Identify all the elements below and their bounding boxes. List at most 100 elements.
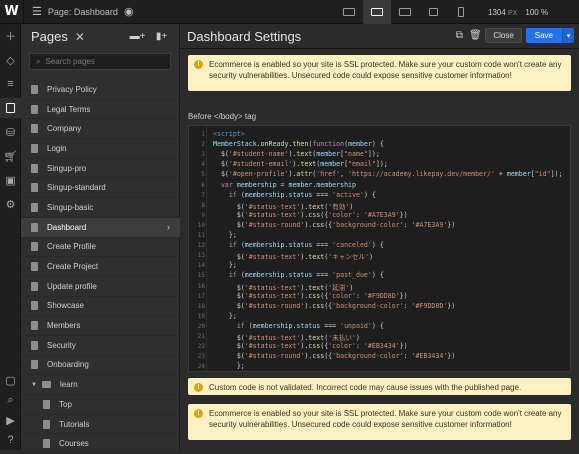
line-number: 13 (197, 252, 205, 260)
page-item[interactable]: Create Project (21, 257, 180, 277)
custom-code-editor[interactable]: 1 <script> 2 MemberStack.onReady.then(funct… (188, 125, 571, 372)
code-line[interactable]: }; (213, 362, 245, 370)
assets-icon[interactable]: ▣ (0, 170, 21, 190)
cms-icon[interactable]: ⛁ (0, 122, 21, 142)
page-item[interactable]: Tutorials (21, 415, 180, 435)
code-line[interactable]: $('#status-round').css({'background-colo… (213, 352, 455, 360)
page-item[interactable]: Singup-pro (21, 159, 180, 179)
page-item[interactable]: Singup-basic (21, 198, 180, 218)
page-item-label: Update profile (47, 281, 97, 291)
page-selector[interactable]: ☰ Page: Dashboard ◉ (24, 5, 142, 18)
line-number: 22 (197, 343, 205, 351)
breakpoint-desktop-large[interactable] (335, 0, 363, 24)
line-number: 12 (197, 242, 205, 250)
symbols-icon[interactable]: ◇ (0, 50, 21, 70)
code-line[interactable]: <script> (213, 130, 245, 138)
line-number: 21 (197, 333, 205, 340)
navigator-icon[interactable]: ≡ (0, 74, 21, 94)
code-line[interactable]: $('#status-text').text('未払い') (213, 332, 360, 342)
audit-icon[interactable]: ▢ (0, 370, 21, 390)
code-line[interactable]: $('#status-text').text('延滞') (213, 282, 353, 292)
add-panel-icon[interactable]: ＋ (0, 26, 21, 46)
page-item[interactable]: Showcase (21, 297, 180, 317)
code-line[interactable]: }; (213, 312, 237, 320)
code-line[interactable]: $('#status-text').css({'color': '#A7E3A9… (213, 211, 408, 219)
code-line[interactable]: }; (213, 231, 237, 239)
ssl-warning-text-2: Ecommerce is enabled so your site is SSL… (209, 409, 562, 429)
code-line[interactable]: if (membership.status === 'past_due') { (213, 271, 384, 279)
page-item[interactable]: Security (21, 336, 180, 356)
settings-gear-icon[interactable]: ⚙ (0, 194, 21, 214)
page-item[interactable]: Company (21, 119, 180, 140)
monitor-icon (343, 8, 355, 16)
breakpoint-laptop[interactable] (391, 0, 419, 24)
page-item[interactable]: Singup-standard (21, 178, 180, 199)
code-line[interactable]: $('#status-text').css({'color': '#EB3434… (213, 342, 408, 350)
search-icon[interactable]: ⌕ (0, 390, 21, 410)
laptop-icon (399, 8, 411, 16)
duplicate-page-icon[interactable]: ⧉ (453, 29, 465, 43)
page-item[interactable]: Onboarding (21, 356, 180, 376)
page-item[interactable]: Members (21, 316, 180, 336)
webflow-logo[interactable]: W (0, 0, 24, 24)
folder-plus-icon: ▬+ (129, 30, 146, 42)
code-line[interactable]: $('#status-text').text('有効') (213, 201, 353, 211)
expand-triangle-icon[interactable]: ▼ (31, 382, 37, 388)
page-item[interactable]: Login (21, 139, 180, 159)
page-item-label: Security (47, 340, 76, 350)
breakpoint-tablet[interactable] (419, 0, 447, 24)
settings-actions: ⧉ 🗑︎ Close Save ▾ (453, 28, 574, 43)
preview-eye-icon[interactable]: ◉ (124, 5, 134, 18)
page-item-label: Company (47, 124, 82, 134)
code-line[interactable]: $('#open-profile').attr('href', 'https:/… (213, 170, 563, 178)
breakpoint-desktop-base[interactable] (363, 0, 391, 24)
code-line[interactable]: $('#student-email').text(member["email"]… (213, 160, 388, 168)
save-button[interactable]: Save (525, 28, 562, 43)
code-line[interactable]: $('#status-round').css({'background-colo… (213, 221, 455, 229)
page-icon (31, 340, 38, 350)
add-page-button[interactable]: ▮+ (153, 29, 170, 43)
code-line[interactable]: MemberStack.onReady.then(function(member… (213, 140, 384, 148)
add-folder-button[interactable]: ▬+ (129, 29, 146, 43)
page-item-label: Showcase (47, 301, 84, 311)
delete-page-icon[interactable]: 🗑︎ (469, 29, 482, 43)
code-line[interactable]: if (membership.status === 'unpaid') { (213, 322, 384, 330)
page-icon (31, 202, 38, 212)
page-item[interactable]: Privacy Policy (21, 80, 180, 100)
code-line[interactable]: if (membership.status === 'canceled') { (213, 241, 384, 249)
page-item[interactable]: Legal Terms (21, 100, 180, 120)
code-line[interactable]: $('#status-text').text('キャンセル') (213, 251, 373, 261)
page-icon (31, 143, 38, 153)
code-line[interactable]: $('#status-text').css({'color': '#F9DD8D… (213, 292, 408, 300)
code-line[interactable]: var membership = member.membership (213, 181, 356, 189)
page-item[interactable]: Courses (21, 434, 180, 454)
line-number: 3 (201, 151, 205, 159)
close-icon[interactable]: ✕ (75, 30, 85, 44)
code-line[interactable]: if (membership.status === 'active') { (213, 191, 376, 199)
ecommerce-cart-icon[interactable]: 🛒︎ (0, 146, 21, 166)
ssl-warning-banner-2: ! Ecommerce is enabled so your site is S… (188, 404, 571, 440)
page-item[interactable]: Create Profile (21, 238, 180, 258)
breakpoint-mobile[interactable] (447, 0, 475, 24)
top-bar: W ☰ Page: Dashboard ◉ 1304 PX 100 % (0, 0, 579, 24)
video-tutorials-icon[interactable]: ▶ (0, 410, 21, 430)
close-button[interactable]: Close (485, 28, 522, 43)
page-item-label: Legal Terms (47, 104, 91, 114)
page-item-label: Courses (59, 439, 89, 449)
search-icon: ⌕ (36, 56, 41, 66)
code-line[interactable]: }; (213, 261, 237, 269)
pages-panel-icon[interactable] (0, 98, 21, 118)
save-options-chevron-down-icon[interactable]: ▾ (562, 28, 574, 43)
code-line[interactable]: $('#student-name').text(member["name"]); (213, 150, 380, 158)
page-settings-chevron-icon[interactable]: › (167, 222, 170, 232)
page-item[interactable]: Dashboard › (21, 217, 180, 238)
help-icon[interactable]: ? (0, 430, 21, 450)
line-number: 17 (197, 292, 205, 300)
line-number: 10 (197, 221, 205, 229)
code-line[interactable]: $('#status-round').css({'background-colo… (213, 302, 455, 310)
page-item-label: Create Project (47, 262, 99, 272)
page-item[interactable]: Top (21, 395, 180, 415)
search-pages-input[interactable] (45, 57, 166, 66)
page-folder[interactable]: ▼ learn (21, 375, 180, 395)
page-item[interactable]: Update profile (21, 277, 180, 297)
